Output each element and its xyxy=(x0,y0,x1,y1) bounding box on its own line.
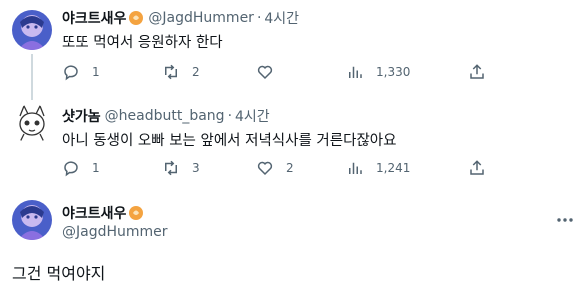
timestamp[interactable]: 4시간 xyxy=(264,8,299,28)
retweet-icon xyxy=(165,160,177,176)
user-handle[interactable]: @JagdHummer xyxy=(148,10,254,26)
views-button[interactable]: 1,241 xyxy=(346,159,410,177)
reply-icon xyxy=(64,161,78,177)
views-button[interactable]: 1,330 xyxy=(346,63,410,81)
views-icon xyxy=(349,66,362,78)
views-icon xyxy=(349,162,362,174)
retweet-button[interactable]: 3 xyxy=(162,159,200,177)
emoji-icon xyxy=(128,10,144,26)
share-button[interactable] xyxy=(468,63,486,81)
retweet-button[interactable]: 2 xyxy=(162,63,200,81)
action-bar: 1 3 2 1,241 xyxy=(52,159,492,181)
tweet-text: 그건 먹여야지 xyxy=(12,264,106,283)
views-count: 1,330 xyxy=(376,65,411,79)
like-count: 2 xyxy=(286,161,294,175)
tweet-2[interactable]: 샷가놈 @headbutt_bang · 4시간 아니 동생이 오빠 보는 앞에… xyxy=(0,100,585,188)
like-button[interactable] xyxy=(256,63,286,81)
share-button[interactable] xyxy=(468,159,486,177)
timestamp[interactable]: 4시간 xyxy=(235,106,270,126)
dot-separator: · xyxy=(227,108,233,124)
thread-line xyxy=(31,54,33,100)
like-icon xyxy=(257,161,273,176)
avatar[interactable] xyxy=(12,10,52,50)
share-icon xyxy=(470,160,484,175)
tweet-1[interactable]: 야크트새우 @JagdHummer · 4시간 또또 먹여서 응원하자 한다 1… xyxy=(0,0,585,100)
retweet-count: 3 xyxy=(192,161,200,175)
views-count: 1,241 xyxy=(376,161,411,175)
like-icon xyxy=(257,65,273,80)
user-handle[interactable]: @JagdHummer xyxy=(62,224,168,240)
share-icon xyxy=(470,64,484,79)
emoji-icon xyxy=(128,205,144,221)
avatar-image xyxy=(12,200,52,240)
reply-icon xyxy=(64,65,78,81)
display-name-row: 야크트새우 xyxy=(62,203,148,223)
retweet-count: 2 xyxy=(192,65,200,79)
display-name[interactable]: 야크트새우 xyxy=(62,8,126,28)
tweet-text: 또또 먹여서 응원하자 한다 xyxy=(62,35,223,51)
reply-count: 1 xyxy=(92,65,100,79)
display-name[interactable]: 샷가놈 xyxy=(62,106,101,126)
display-name[interactable]: 야크트새우 xyxy=(62,203,126,223)
retweet-icon xyxy=(165,64,177,80)
reply-count: 1 xyxy=(92,161,100,175)
reply-button[interactable]: 1 xyxy=(62,63,100,81)
dot-separator: · xyxy=(256,10,262,26)
reply-button[interactable]: 1 xyxy=(62,159,100,177)
more-icon xyxy=(557,218,573,222)
action-bar: 1 2 1,330 xyxy=(52,63,492,85)
like-button[interactable]: 2 xyxy=(256,159,294,177)
user-handle[interactable]: @headbutt_bang xyxy=(105,108,225,124)
avatar[interactable] xyxy=(12,200,52,240)
avatar-image xyxy=(12,104,52,144)
more-button[interactable] xyxy=(555,210,575,230)
main-tweet: 야크트새우 @JagdHummer 그건 먹여야지 xyxy=(0,188,585,288)
avatar[interactable] xyxy=(12,104,52,144)
tweet-header: 야크트새우 @JagdHummer · 4시간 xyxy=(62,8,299,28)
tweet-text: 아니 동생이 오빠 보는 앞에서 저녁식사를 거른다잖아요 xyxy=(62,133,397,149)
avatar-image xyxy=(12,10,52,50)
tweet-header: 샷가놈 @headbutt_bang · 4시간 xyxy=(62,106,270,126)
